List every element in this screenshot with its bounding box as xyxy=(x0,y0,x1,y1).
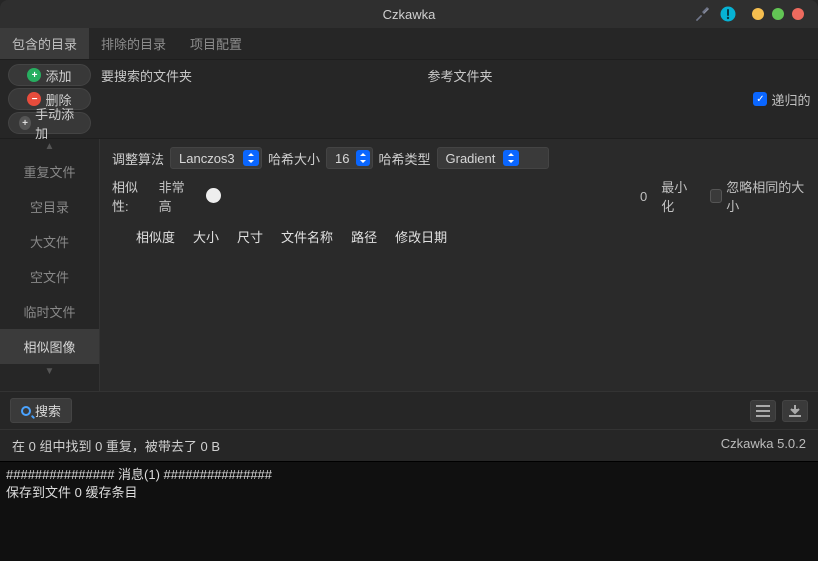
status-text: 在 0 组中找到 0 重复，被带去了 0 B xyxy=(12,436,220,455)
minimize-window-icon[interactable] xyxy=(752,8,764,20)
col-similarity[interactable]: 相似度 xyxy=(136,227,175,246)
stepper-icon xyxy=(356,150,370,166)
log-line: 保存到文件 0 缓存条目 xyxy=(6,484,812,502)
sidebar-scroll-up[interactable]: ▲ xyxy=(0,139,99,154)
search-button-label: 搜索 xyxy=(35,401,61,420)
col-size[interactable]: 大小 xyxy=(193,227,219,246)
checkbox-empty-icon xyxy=(710,189,723,203)
resize-algo-select[interactable]: Lanczos3 xyxy=(170,147,262,169)
hash-type-select[interactable]: Gradient xyxy=(437,147,549,169)
tab-included-dirs[interactable]: 包含的目录 xyxy=(0,28,89,59)
col-dimensions[interactable]: 尺寸 xyxy=(237,227,263,246)
results-table xyxy=(100,252,818,391)
ignore-same-size-checkbox[interactable]: 忽略相同的大小 xyxy=(710,177,806,215)
col-path[interactable]: 路径 xyxy=(351,227,377,246)
similarity-number: 0 xyxy=(640,189,647,204)
col-filename[interactable]: 文件名称 xyxy=(281,227,333,246)
dir-tabs: 包含的目录 排除的目录 项目配置 xyxy=(0,28,818,60)
resize-algo-label: 调整算法 xyxy=(112,149,164,168)
ref-folder-header: 参考文件夹 xyxy=(422,66,747,89)
chevron-updown-icon xyxy=(243,150,259,166)
info-icon[interactable] xyxy=(720,6,736,22)
add-icon: + xyxy=(27,68,41,82)
list-view-button[interactable] xyxy=(750,400,776,422)
footer-toolbar: 搜索 xyxy=(0,391,818,429)
slider-thumb[interactable] xyxy=(206,188,221,203)
window-controls xyxy=(752,8,804,20)
sidebar-item-empty-files[interactable]: 空文件 xyxy=(0,259,99,294)
version-text: Czkawka 5.0.2 xyxy=(721,436,806,455)
add-dir-label: 添加 xyxy=(45,66,71,85)
sidebar-scroll-down[interactable]: ▼ xyxy=(0,364,99,379)
sidebar-item-similar-images[interactable]: 相似图像 xyxy=(0,329,99,364)
recursive-checkbox[interactable]: ✓ 递归的 xyxy=(753,90,810,109)
log-line: ############### 消息(1) ############### xyxy=(6,466,812,484)
col-modified[interactable]: 修改日期 xyxy=(395,227,447,246)
similarity-label: 相似性: xyxy=(112,177,151,215)
table-header: 相似度 大小 尺寸 文件名称 路径 修改日期 xyxy=(100,221,818,252)
save-button[interactable] xyxy=(782,400,808,422)
similarity-value: 非常高 xyxy=(159,177,194,215)
similarity-slider[interactable] xyxy=(202,186,632,206)
add-dir-button[interactable]: + 添加 xyxy=(8,64,91,86)
titlebar: Czkawka xyxy=(0,0,818,28)
manual-icon: + xyxy=(19,116,31,130)
hash-size-value: 16 xyxy=(335,151,349,166)
search-folder-header: 要搜索的文件夹 xyxy=(95,66,420,89)
search-button[interactable]: 搜索 xyxy=(10,398,72,423)
search-icon xyxy=(21,406,31,416)
status-bar: 在 0 组中找到 0 重复，被带去了 0 B Czkawka 5.0.2 xyxy=(0,429,818,461)
minimize-label: 最小化 xyxy=(661,177,695,215)
hash-size-label: 哈希大小 xyxy=(268,149,320,168)
check-icon: ✓ xyxy=(753,92,767,106)
close-window-icon[interactable] xyxy=(792,8,804,20)
tab-excluded-dirs[interactable]: 排除的目录 xyxy=(89,28,178,59)
chevron-updown-icon xyxy=(503,150,519,166)
tools-icon[interactable] xyxy=(694,6,710,22)
ignore-same-size-label: 忽略相同的大小 xyxy=(726,177,806,215)
tab-project-config[interactable]: 项目配置 xyxy=(178,28,254,59)
hash-type-value: Gradient xyxy=(446,151,496,166)
log-panel: ############### 消息(1) ############### 保存… xyxy=(0,461,818,561)
resize-algo-value: Lanczos3 xyxy=(179,151,235,166)
sidebar: ▲ 重复文件 空目录 大文件 空文件 临时文件 相似图像 ▼ xyxy=(0,139,100,391)
sidebar-item-temp-files[interactable]: 临时文件 xyxy=(0,294,99,329)
window-title: Czkawka xyxy=(383,7,436,22)
manual-add-label: 手动添加 xyxy=(35,104,80,142)
manual-add-button[interactable]: + 手动添加 xyxy=(8,112,91,134)
sidebar-item-empty-dirs[interactable]: 空目录 xyxy=(0,189,99,224)
directories-panel: + 添加 − 删除 + 手动添加 要搜索的文件夹 参考文件夹 ✓ 递归的 xyxy=(0,60,818,139)
sidebar-item-big-files[interactable]: 大文件 xyxy=(0,224,99,259)
hash-size-stepper[interactable]: 16 xyxy=(326,147,372,169)
hash-type-label: 哈希类型 xyxy=(379,149,431,168)
recursive-label: 递归的 xyxy=(771,90,810,109)
sidebar-item-duplicate-files[interactable]: 重复文件 xyxy=(0,154,99,189)
maximize-window-icon[interactable] xyxy=(772,8,784,20)
